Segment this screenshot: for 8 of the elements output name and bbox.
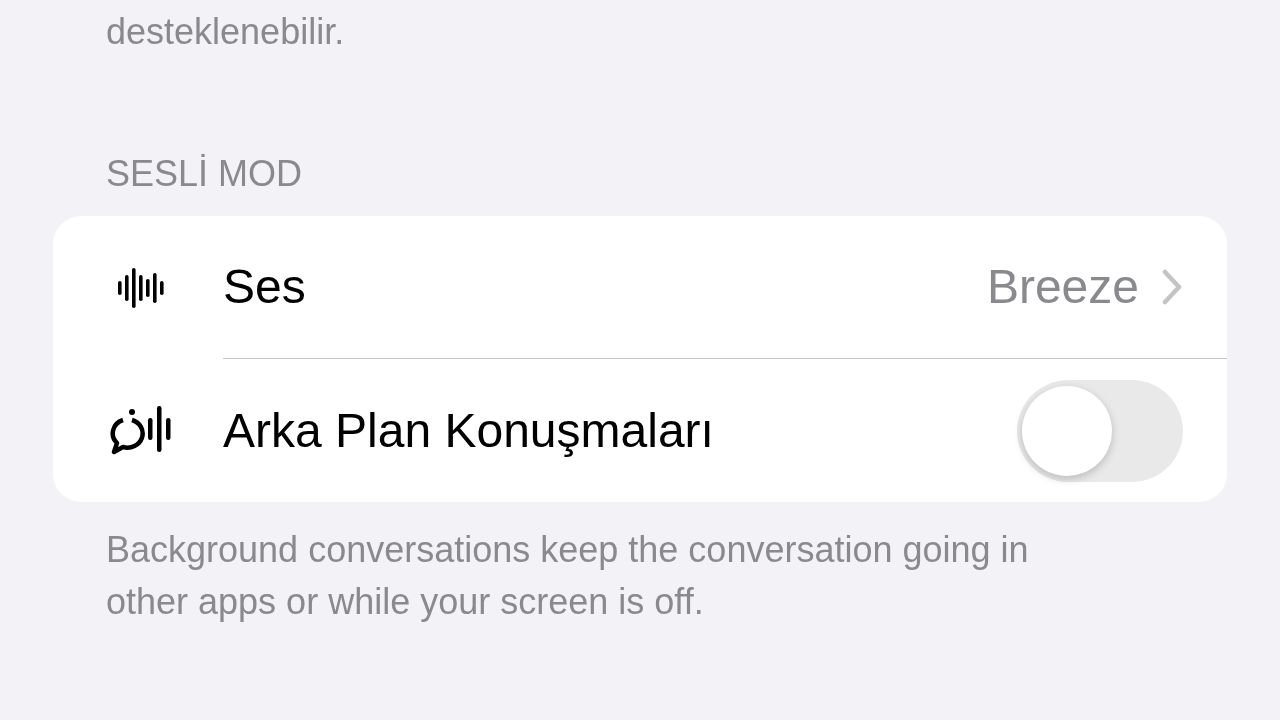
row-label: Arka Plan Konuşmaları bbox=[223, 406, 714, 455]
waveform-icon bbox=[115, 265, 167, 310]
chevron-icon bbox=[1161, 269, 1183, 305]
footer-text: Background conversations keep the conversation going in other apps or while your screen is off. bbox=[105, 528, 1030, 624]
section-header: SESLİ MOD bbox=[106, 153, 303, 194]
row-value: Breeze bbox=[986, 263, 1139, 311]
row-label: Ses bbox=[223, 263, 306, 311]
description-text: desteklenebilir. bbox=[106, 14, 345, 52]
